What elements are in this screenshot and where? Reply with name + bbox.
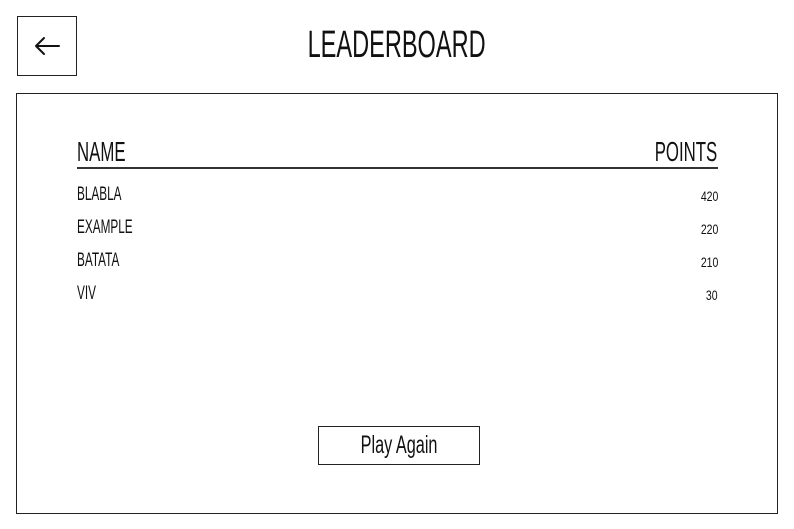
page-title: LEADERBOARD — [307, 24, 487, 66]
player-name: EXAMPLE — [77, 217, 133, 238]
player-points: 30 — [706, 287, 718, 303]
table-row: EXAMPLE 220 — [77, 217, 718, 243]
leaderboard-panel: NAME POINTS BLABLA 420 EXAMPLE 220 BATAT… — [16, 93, 778, 514]
player-name: BLABLA — [77, 184, 122, 205]
column-header-points: POINTS — [654, 136, 717, 167]
player-name: BATATA — [77, 250, 120, 271]
table-row: BLABLA 420 — [77, 184, 718, 210]
player-name: VIV — [77, 283, 96, 304]
player-points: 210 — [700, 254, 718, 270]
player-points: 420 — [700, 188, 718, 204]
column-header-name: NAME — [77, 136, 126, 167]
table-row: VIV 30 — [77, 283, 718, 309]
play-again-button[interactable]: Play Again — [318, 426, 480, 465]
table-row: BATATA 210 — [77, 250, 718, 276]
header-divider — [77, 167, 718, 169]
player-points: 220 — [700, 221, 718, 237]
